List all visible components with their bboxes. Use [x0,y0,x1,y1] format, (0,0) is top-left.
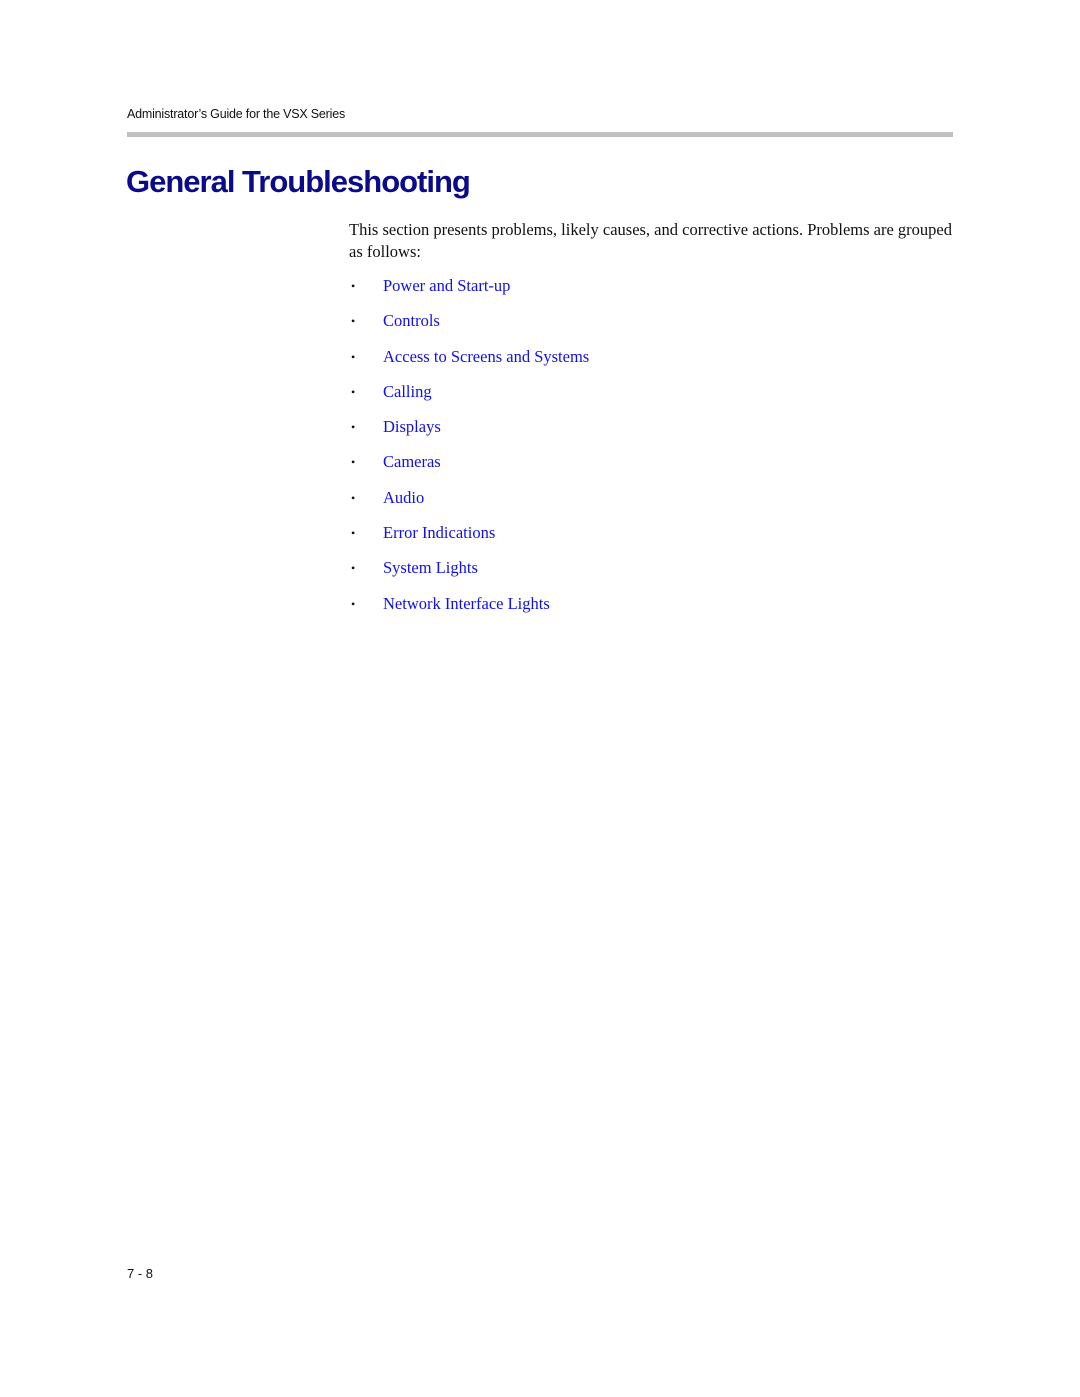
bullet-icon: • [351,279,356,293]
list-item: • Error Indications [349,522,589,557]
link-audio[interactable]: Audio [383,487,424,509]
list-item: • Power and Start-up [349,275,589,310]
bullet-icon: • [351,596,356,611]
bullet-icon: • [351,455,356,470]
page-title: General Troubleshooting [126,164,471,199]
link-cameras[interactable]: Cameras [383,451,441,473]
link-error-indications[interactable]: Error Indications [383,522,495,544]
link-controls[interactable]: Controls [383,310,440,332]
bullet-icon: • [351,314,356,329]
list-item: • Calling [349,381,589,416]
header-rule [127,132,953,137]
link-network-interface-lights[interactable]: Network Interface Lights [383,593,550,615]
list-item: • Network Interface Lights [349,593,589,628]
list-item: • Displays [349,416,589,451]
list-item: • Audio [349,487,589,522]
bullet-icon: • [351,561,356,576]
link-system-lights[interactable]: System Lights [383,557,478,579]
link-power-and-startup[interactable]: Power and Start-up [383,275,510,297]
list-item: • Cameras [349,451,589,486]
list-item: • Access to Screens and Systems [349,346,589,381]
link-displays[interactable]: Displays [383,416,441,438]
topic-list: • Power and Start-up • Controls • Access to… [349,275,589,628]
list-item: • System Lights [349,557,589,592]
bullet-icon: • [351,420,356,435]
intro-paragraph: This section presents problems, likely c… [349,220,952,261]
bullet-icon: • [351,490,356,505]
bullet-icon: • [351,384,356,399]
running-header: Administrator’s Guide for the VSX Series [127,107,346,121]
link-calling[interactable]: Calling [383,381,432,403]
bullet-icon: • [351,526,356,541]
link-access-to-screens[interactable]: Access to Screens and Systems [383,346,589,368]
list-item: • Controls [349,310,589,345]
bullet-icon: • [351,349,356,364]
page-number: 7 - 8 [127,1266,154,1281]
